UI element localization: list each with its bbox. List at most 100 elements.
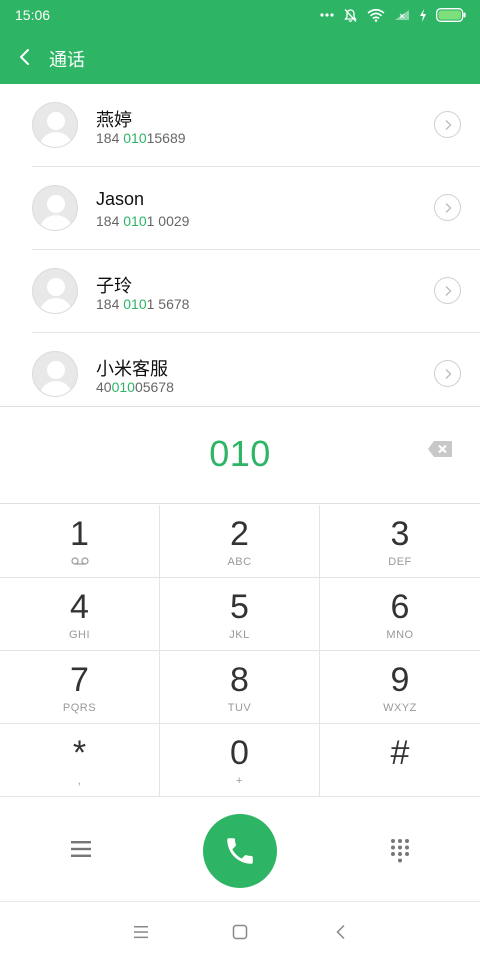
- key-4[interactable]: 4 GHI: [0, 578, 160, 651]
- menu-icon[interactable]: [132, 923, 150, 941]
- avatar: [32, 102, 78, 148]
- contact-detail-button[interactable]: [434, 360, 461, 387]
- number-prefix: 184: [96, 213, 124, 229]
- contact-row[interactable]: 子玲 184 0101 5678: [0, 250, 480, 333]
- number-prefix: 184: [96, 296, 124, 312]
- contact-detail-button[interactable]: [434, 194, 461, 221]
- wifi-icon: [367, 8, 385, 22]
- contact-row[interactable]: 燕婷 184 01015689: [0, 84, 480, 167]
- key-5[interactable]: 5 JKL: [160, 578, 320, 651]
- person-icon: [39, 278, 73, 313]
- number-match: 010: [123, 296, 147, 312]
- chevron-right-icon: [445, 286, 452, 296]
- key-digit: 8: [230, 661, 249, 699]
- more-dots-icon: [320, 13, 334, 17]
- chevron-right-icon: [445, 120, 452, 130]
- back-arrow-icon[interactable]: [14, 44, 38, 70]
- contact-number: 4001005678: [96, 379, 174, 395]
- key-digit: 7: [70, 661, 89, 699]
- key-digit: 5: [230, 588, 249, 626]
- number-match: 010: [123, 130, 147, 146]
- home-icon[interactable]: [231, 923, 249, 941]
- system-nav-bar: [0, 903, 480, 960]
- key-digit: 1: [70, 515, 89, 553]
- key-digit: *: [72, 734, 87, 772]
- key-digit: 2: [230, 515, 249, 553]
- contact-name: 子玲: [96, 276, 132, 296]
- voicemail-icon: [71, 557, 89, 565]
- avatar: [32, 185, 78, 231]
- call-button[interactable]: [203, 814, 277, 888]
- key-digit: 6: [390, 588, 410, 626]
- key-letters: +: [236, 775, 243, 787]
- number-suffix: 15689: [146, 130, 186, 146]
- key-star[interactable]: * ,: [0, 724, 160, 797]
- key-6[interactable]: 6 MNO: [320, 578, 480, 651]
- menu-icon[interactable]: [69, 838, 93, 860]
- avatar: [32, 351, 78, 397]
- key-7[interactable]: 7 PQRS: [0, 651, 160, 724]
- number-prefix: 184: [96, 130, 124, 146]
- chevron-right-icon: [445, 203, 452, 213]
- key-8[interactable]: 8 TUV: [160, 651, 320, 724]
- charging-icon: [420, 8, 426, 22]
- contact-detail-button[interactable]: [434, 111, 461, 138]
- dial-display: 010: [0, 406, 480, 504]
- action-bar: [0, 800, 480, 902]
- number-suffix: 1 5678: [146, 296, 190, 312]
- number-suffix: 05678: [134, 379, 174, 395]
- mute-bell-icon: [344, 8, 357, 22]
- header: 通话: [0, 30, 480, 84]
- dialpad-icon[interactable]: [388, 838, 412, 864]
- key-2[interactable]: 2 ABC: [160, 505, 320, 578]
- key-letters: MNO: [386, 629, 414, 641]
- person-icon: [39, 112, 73, 147]
- contact-name: 小米客服: [96, 359, 168, 379]
- key-letters: DEF: [388, 556, 412, 568]
- key-9[interactable]: 9 WXYZ: [320, 651, 480, 724]
- number-suffix: 1 0029: [146, 213, 190, 229]
- number-match: 010: [111, 379, 135, 395]
- key-hash[interactable]: #: [320, 724, 480, 797]
- key-digit: 9: [390, 661, 410, 699]
- key-letters: WXYZ: [383, 702, 417, 714]
- contact-list: 燕婷 184 01015689 Jason 184 0101 0029 子玲 1…: [0, 84, 480, 406]
- keypad: 1 2 ABC 3 DEF 4 GHI 5 JKL 6 MNO 7 PQRS 8…: [0, 505, 480, 799]
- battery-icon: [436, 8, 466, 22]
- chevron-right-icon: [445, 369, 452, 379]
- contact-name: Jason: [96, 189, 145, 209]
- contact-number: 184 01015689: [96, 130, 186, 146]
- status-icons: [320, 6, 466, 24]
- dial-input[interactable]: 010: [0, 433, 480, 475]
- key-digit: 3: [390, 515, 410, 553]
- backspace-icon[interactable]: [427, 440, 453, 458]
- avatar: [32, 268, 78, 314]
- key-1[interactable]: 1: [0, 505, 160, 578]
- key-letters: PQRS: [62, 702, 97, 714]
- person-icon: [39, 361, 73, 396]
- key-letters: TUV: [227, 702, 252, 714]
- contact-number: 184 0101 5678: [96, 296, 189, 312]
- contact-row[interactable]: Jason 184 0101 0029: [0, 167, 480, 250]
- number-match: 010: [123, 213, 147, 229]
- contact-name: 燕婷: [96, 110, 132, 130]
- status-time: 15:06: [15, 7, 51, 23]
- key-letters: ,: [77, 775, 82, 787]
- contact-detail-button[interactable]: [434, 277, 461, 304]
- status-bar: 15:06: [0, 0, 480, 30]
- key-digit: 4: [70, 588, 89, 626]
- back-icon[interactable]: [332, 923, 350, 941]
- key-3[interactable]: 3 DEF: [320, 505, 480, 578]
- key-digit: #: [390, 734, 410, 772]
- signal-icon: [395, 10, 409, 20]
- number-prefix: 40: [96, 379, 112, 395]
- top-bar: 15:06 通话: [0, 0, 480, 84]
- key-letters: GHI: [68, 629, 91, 641]
- contact-number: 184 0101 0029: [96, 213, 189, 229]
- page-title: 通话: [49, 50, 85, 70]
- contact-row[interactable]: 小米客服 4001005678: [0, 333, 480, 406]
- key-letters: JKL: [229, 629, 250, 641]
- key-digit: 0: [230, 734, 249, 772]
- key-0[interactable]: 0 +: [160, 724, 320, 797]
- person-icon: [39, 195, 73, 230]
